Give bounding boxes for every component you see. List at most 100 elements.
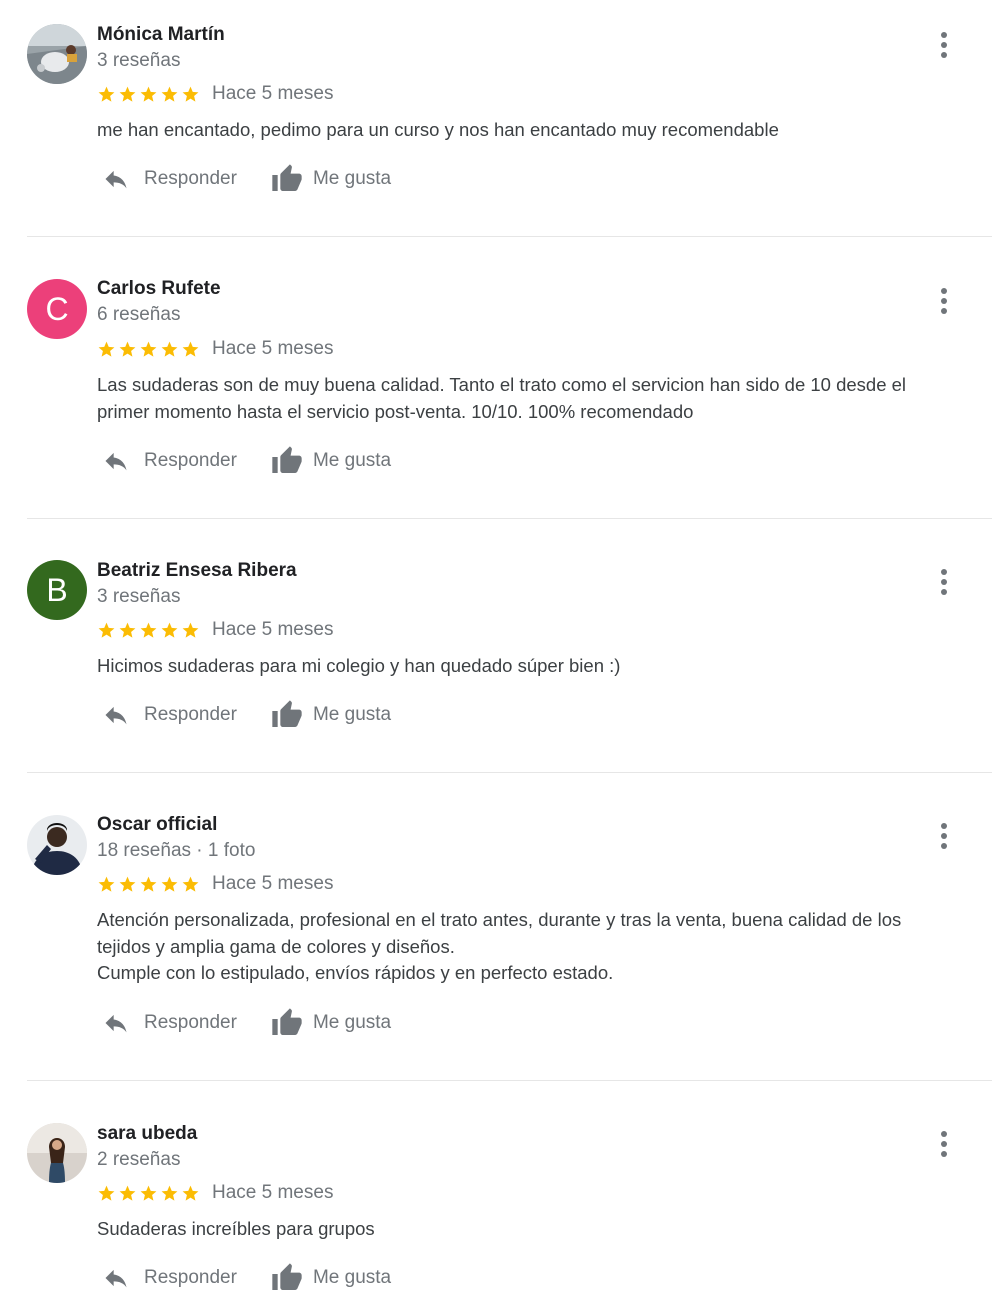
thumbs-up-icon	[272, 1008, 302, 1035]
star-icon	[119, 341, 136, 357]
like-label: Me gusta	[312, 704, 392, 725]
reply-button[interactable]: Responder	[97, 1264, 237, 1292]
avatar[interactable]: B	[27, 560, 87, 620]
star-icon	[161, 876, 178, 892]
star-icon	[182, 86, 199, 102]
star-icon	[140, 622, 157, 638]
review-rating: Hace 5 meses	[97, 83, 333, 105]
reviewer-name[interactable]: Carlos Rufete	[97, 278, 221, 300]
review-actions: Responder Me gusta	[97, 161, 391, 197]
star-icon	[161, 1185, 178, 1201]
reply-label: Responder	[144, 704, 237, 725]
star-icon	[161, 341, 178, 357]
reply-button[interactable]: Responder	[97, 165, 237, 193]
star-icon	[119, 1185, 136, 1201]
divider	[27, 1080, 992, 1081]
like-button[interactable]: Me gusta	[269, 699, 391, 731]
review-text: Sudaderas increíbles para grupos	[97, 1218, 375, 1239]
review-text: me han encantado, pedimo para un curso y…	[97, 119, 779, 140]
like-label: Me gusta	[312, 1267, 392, 1288]
reply-icon	[105, 1269, 127, 1288]
reply-button[interactable]: Responder	[97, 701, 237, 729]
star-icon	[182, 1185, 199, 1201]
review-date: Hace 5 meses	[212, 619, 334, 640]
reviewer-name[interactable]: Beatriz Ensesa Ribera	[97, 560, 297, 582]
star-icon	[98, 622, 115, 638]
like-button[interactable]: Me gusta	[269, 1262, 391, 1294]
divider	[27, 772, 992, 773]
more-vert-icon	[941, 1131, 947, 1157]
reply-label: Responder	[144, 168, 237, 189]
star-icon	[119, 86, 136, 102]
star-icon	[140, 876, 157, 892]
more-vert-icon	[941, 569, 947, 595]
thumbs-up-icon	[272, 1263, 302, 1290]
more-options-button[interactable]	[930, 820, 958, 852]
reviewer-meta[interactable]: 3 reseñas	[97, 50, 180, 72]
reply-label: Responder	[144, 1012, 237, 1033]
reviewer-meta[interactable]: 3 reseñas	[97, 586, 180, 608]
avatar[interactable]	[27, 24, 87, 84]
reply-button[interactable]: Responder	[97, 447, 237, 475]
thumbs-up-icon	[272, 446, 302, 473]
star-icon	[98, 1185, 115, 1201]
avatar-letter: C	[45, 290, 69, 327]
star-icon	[140, 1185, 157, 1201]
more-options-button[interactable]	[930, 29, 958, 61]
star-icon	[140, 341, 157, 357]
reviewer-meta[interactable]: 6 reseñas	[97, 304, 180, 326]
reviewer-meta[interactable]: 18 reseñas · 1 foto	[97, 840, 255, 862]
reviewer-name[interactable]: sara ubeda	[97, 1123, 197, 1145]
review-rating: Hace 5 meses	[97, 338, 333, 360]
thumbs-up-icon	[272, 164, 302, 191]
star-icon	[182, 622, 199, 638]
reply-button[interactable]: Responder	[97, 1009, 237, 1037]
star-icon	[161, 86, 178, 102]
like-button[interactable]: Me gusta	[269, 445, 391, 477]
star-icon	[98, 876, 115, 892]
divider	[27, 518, 992, 519]
star-icon	[119, 622, 136, 638]
review-actions: Responder Me gusta	[97, 1005, 391, 1041]
review-date: Hace 5 meses	[212, 338, 334, 359]
review-actions: Responder Me gusta	[97, 443, 391, 479]
star-icon	[161, 622, 178, 638]
star-rating	[97, 1184, 200, 1203]
review-text: Las sudaderas son de muy buena calidad. …	[97, 374, 907, 422]
reviewer-name[interactable]: Mónica Martín	[97, 24, 225, 46]
more-options-button[interactable]	[930, 285, 958, 317]
reply-icon	[105, 452, 127, 471]
star-icon	[119, 876, 136, 892]
like-label: Me gusta	[312, 168, 392, 189]
more-options-button[interactable]	[930, 566, 958, 598]
like-button[interactable]: Me gusta	[269, 1007, 391, 1039]
review-date: Hace 5 meses	[212, 873, 334, 894]
more-vert-icon	[941, 823, 947, 849]
star-icon	[98, 341, 115, 357]
like-label: Me gusta	[312, 450, 392, 471]
reviewer-meta[interactable]: 2 reseñas	[97, 1149, 180, 1171]
like-button[interactable]: Me gusta	[269, 163, 391, 195]
more-options-button[interactable]	[930, 1128, 958, 1160]
reply-icon	[105, 170, 127, 189]
divider	[27, 236, 992, 237]
reply-icon	[105, 706, 127, 725]
avatar[interactable]	[27, 815, 87, 875]
review-text: Hicimos sudaderas para mi colegio y han …	[97, 655, 621, 676]
star-icon	[182, 876, 199, 892]
star-rating	[97, 621, 200, 640]
review-date: Hace 5 meses	[212, 1182, 334, 1203]
review-rating: Hace 5 meses	[97, 1182, 333, 1204]
review-date: Hace 5 meses	[212, 83, 334, 104]
star-rating	[97, 875, 200, 894]
star-rating	[97, 85, 200, 104]
star-rating	[97, 340, 200, 359]
avatar-letter: B	[46, 571, 68, 608]
star-icon	[140, 86, 157, 102]
reviewer-name[interactable]: Oscar official	[97, 814, 217, 836]
avatar[interactable]: C	[27, 279, 87, 339]
like-label: Me gusta	[312, 1012, 392, 1033]
reply-label: Responder	[144, 450, 237, 471]
reply-icon	[105, 1014, 127, 1033]
avatar[interactable]	[27, 1123, 87, 1183]
